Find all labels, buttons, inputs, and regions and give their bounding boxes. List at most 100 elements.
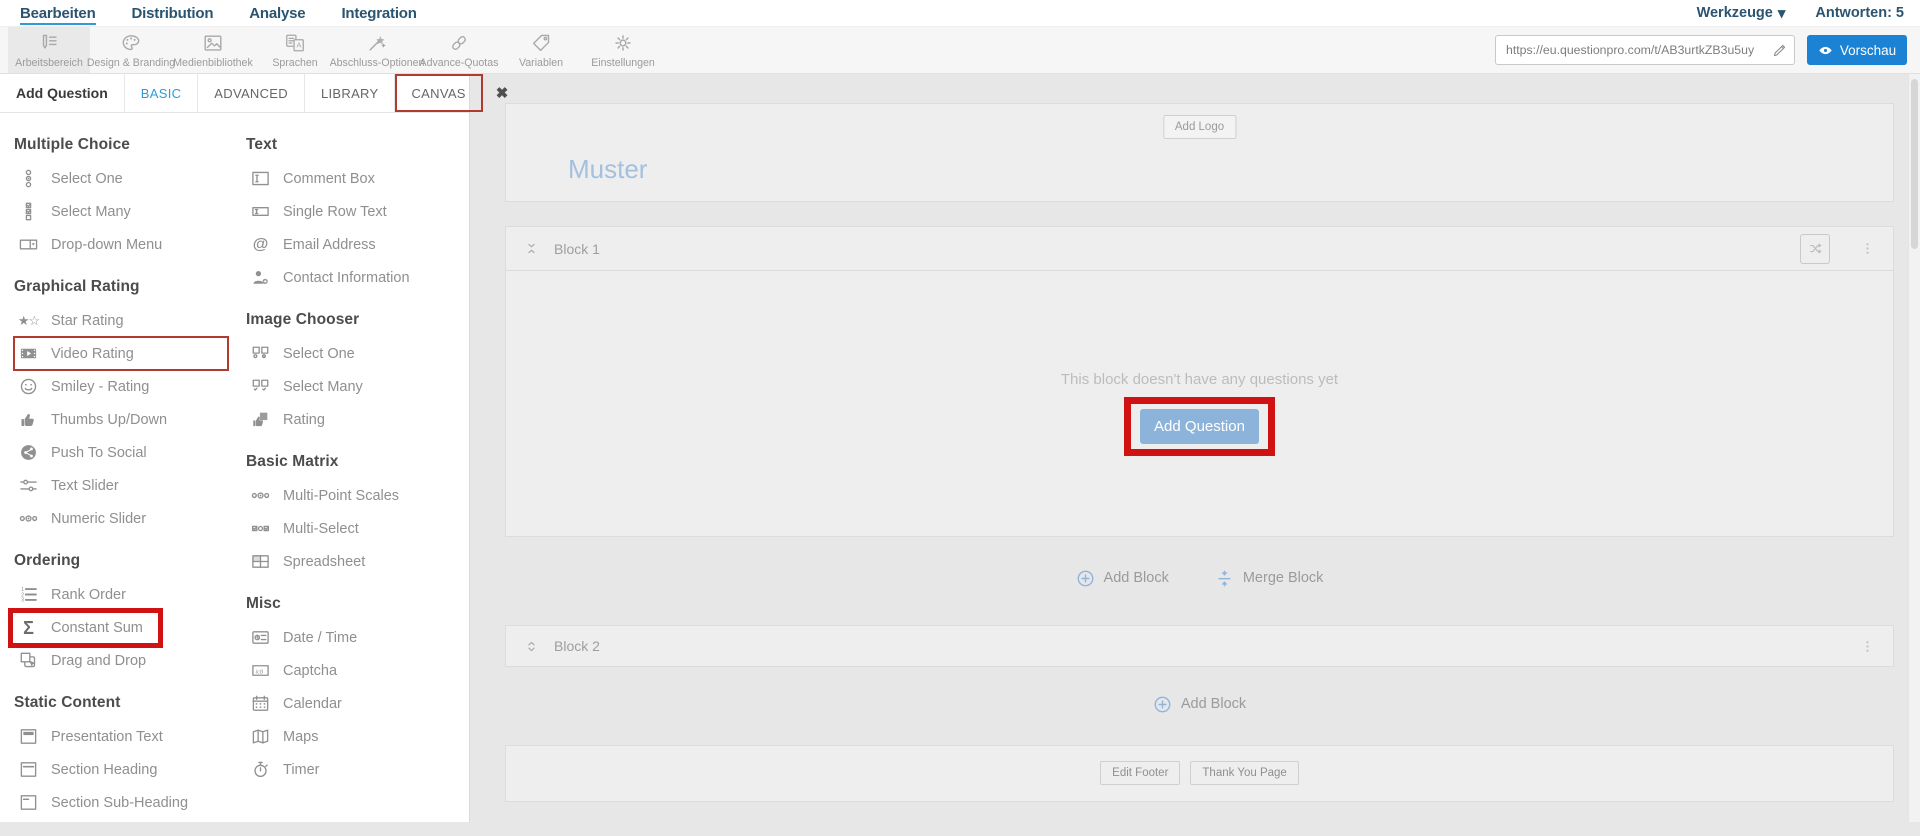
question-type-item[interactable]: Drag and Drop xyxy=(14,644,246,677)
preview-button[interactable]: Vorschau xyxy=(1807,35,1907,65)
toolbar-item[interactable]: A Sprachen xyxy=(254,27,336,73)
question-type-label: Email Address xyxy=(283,237,376,253)
collapse-icon[interactable] xyxy=(524,241,539,256)
add-block-label: Add Block xyxy=(1104,570,1169,586)
question-type-item[interactable]: Section Heading xyxy=(14,753,246,786)
panel-tab[interactable]: Add Question xyxy=(0,74,125,112)
question-type-item[interactable]: Thumbs Up/Down xyxy=(14,403,246,436)
star-rating-icon: ★☆ xyxy=(19,311,38,330)
question-type-item[interactable]: Calendar xyxy=(246,687,470,720)
question-type-item[interactable]: Numeric Slider xyxy=(14,502,246,535)
contact-icon xyxy=(251,268,270,287)
panel-tab[interactable]: BASIC xyxy=(125,74,199,112)
close-panel-button[interactable]: ✖ xyxy=(483,74,522,112)
tools-menu[interactable]: Werkzeuge ▾ xyxy=(1697,5,1786,21)
add-block-button-2[interactable]: Add Block xyxy=(1153,695,1246,714)
close-icon: ✖ xyxy=(496,86,509,101)
toolbar-item[interactable]: Variablen xyxy=(500,27,582,73)
scrollbar-thumb[interactable] xyxy=(1911,79,1918,249)
vertical-scrollbar[interactable] xyxy=(1908,74,1920,822)
question-type-section: Text Comment Box Single Row Text xyxy=(246,136,470,294)
block-2-title[interactable]: Block 2 xyxy=(554,638,600,654)
expand-icon[interactable] xyxy=(524,639,539,654)
question-type-label: Select One xyxy=(51,171,123,187)
toolbar-item[interactable]: Arbeitsbereich xyxy=(8,27,90,73)
block-2-card: Block 2 xyxy=(505,625,1894,667)
calendar-icon xyxy=(251,694,270,713)
question-type-item[interactable]: 123 Rank Order xyxy=(14,578,246,611)
question-type-label: Captcha xyxy=(283,663,337,679)
question-type-item[interactable]: ic8 Captcha xyxy=(246,654,470,687)
question-type-item[interactable]: Single Row Text xyxy=(246,195,470,228)
toolbar-item[interactable]: Medienbibliothek xyxy=(172,27,254,73)
question-type-item[interactable]: Drop-down Menu xyxy=(14,228,246,261)
question-type-item[interactable]: Select Many xyxy=(14,195,246,228)
randomize-questions-button[interactable] xyxy=(1800,234,1830,264)
question-type-item[interactable]: Select Many xyxy=(246,370,470,403)
edit-footer-button[interactable]: Edit Footer xyxy=(1100,761,1180,785)
panel-column: Text Comment Box Single Row Text xyxy=(246,123,470,836)
caret-down-icon: ▾ xyxy=(1778,6,1786,21)
question-type-item[interactable]: Σ Constant Sum xyxy=(8,608,163,648)
panel-tab[interactable]: LIBRARY xyxy=(305,74,396,112)
question-type-item[interactable]: Comment Box xyxy=(246,162,470,195)
panel-tab[interactable]: CANVAS xyxy=(395,74,482,112)
panel-content: Multiple Choice Select One Select Ma xyxy=(0,113,469,836)
question-type-item[interactable]: Contact Information xyxy=(246,261,470,294)
tag-icon xyxy=(530,32,552,54)
finish-options-icon xyxy=(366,32,388,54)
kebab-menu-icon[interactable] xyxy=(1860,241,1875,256)
question-type-item[interactable]: Presentation Text xyxy=(14,720,246,753)
question-type-item[interactable]: Select One xyxy=(246,337,470,370)
question-type-item[interactable]: Push To Social xyxy=(14,436,246,469)
survey-canvas: Add Logo Muster Block 1 This block doesn… xyxy=(470,74,1920,822)
smiley-icon xyxy=(19,377,38,396)
block-1-title[interactable]: Block 1 xyxy=(554,241,600,257)
section-title: Misc xyxy=(246,595,470,613)
survey-url-field[interactable]: https://eu.questionpro.com/t/AB3urtkZB3u… xyxy=(1495,35,1795,65)
topnav-item[interactable]: Distribution xyxy=(132,0,214,26)
question-type-item[interactable]: Multi-Select xyxy=(246,512,470,545)
question-type-item[interactable]: Text Slider xyxy=(14,469,246,502)
panel-tab[interactable]: ADVANCED xyxy=(198,74,305,112)
thank-you-page-button[interactable]: Thank You Page xyxy=(1190,761,1298,785)
block-1-header[interactable]: Block 1 xyxy=(506,227,1893,271)
topnav-item[interactable]: Bearbeiten xyxy=(20,0,96,26)
topnav-item[interactable]: Analyse xyxy=(249,0,305,26)
workspace-icon xyxy=(38,32,60,54)
responses-count[interactable]: Antworten: 5 xyxy=(1815,5,1904,21)
merge-block-button[interactable]: Merge Block xyxy=(1215,569,1324,588)
question-type-item[interactable]: Select One xyxy=(14,162,246,195)
topnav-item[interactable]: Integration xyxy=(341,0,416,26)
question-type-item[interactable]: @ Email Address xyxy=(246,228,470,261)
question-type-item[interactable]: ★☆ Star Rating xyxy=(14,304,246,337)
add-question-button[interactable]: Add Question xyxy=(1140,409,1259,444)
merge-block-label: Merge Block xyxy=(1243,570,1324,586)
question-type-label: Smiley - Rating xyxy=(51,379,149,395)
toolbar-item[interactable]: Advance-Quotas xyxy=(418,27,500,73)
question-type-item[interactable]: Timer xyxy=(246,753,470,786)
add-block-button[interactable]: Add Block xyxy=(1076,569,1169,588)
question-type-item[interactable]: Video Rating xyxy=(14,337,228,370)
question-type-item[interactable]: Multi-Point Scales xyxy=(246,479,470,512)
question-type-label: Rank Order xyxy=(51,587,126,603)
question-type-item[interactable]: Maps xyxy=(246,720,470,753)
toolbar-item[interactable]: Einstellungen xyxy=(582,27,664,73)
question-type-section: Graphical Rating ★☆ Star Rating Video xyxy=(14,278,246,535)
pencil-icon[interactable] xyxy=(1772,43,1787,58)
question-type-item[interactable]: Section Sub-Heading xyxy=(14,786,246,819)
question-type-item[interactable]: Date / Time xyxy=(246,621,470,654)
question-type-section: Multiple Choice Select One Select Ma xyxy=(14,136,246,261)
block-2-header[interactable]: Block 2 xyxy=(506,626,1893,666)
question-type-item[interactable]: Smiley - Rating xyxy=(14,370,246,403)
toolbar-item[interactable]: Abschluss-Optionen xyxy=(336,27,418,73)
toolbar-item[interactable]: Design & Branding xyxy=(90,27,172,73)
add-logo-button[interactable]: Add Logo xyxy=(1163,115,1236,139)
kebab-menu-icon[interactable] xyxy=(1860,639,1875,654)
dropdown-icon xyxy=(19,235,38,254)
question-type-label: Section Heading xyxy=(51,762,157,778)
survey-title[interactable]: Muster xyxy=(568,154,647,185)
question-type-item[interactable]: Spreadsheet xyxy=(246,545,470,578)
question-type-item[interactable]: Rating xyxy=(246,403,470,436)
preview-button-label: Vorschau xyxy=(1840,43,1896,58)
